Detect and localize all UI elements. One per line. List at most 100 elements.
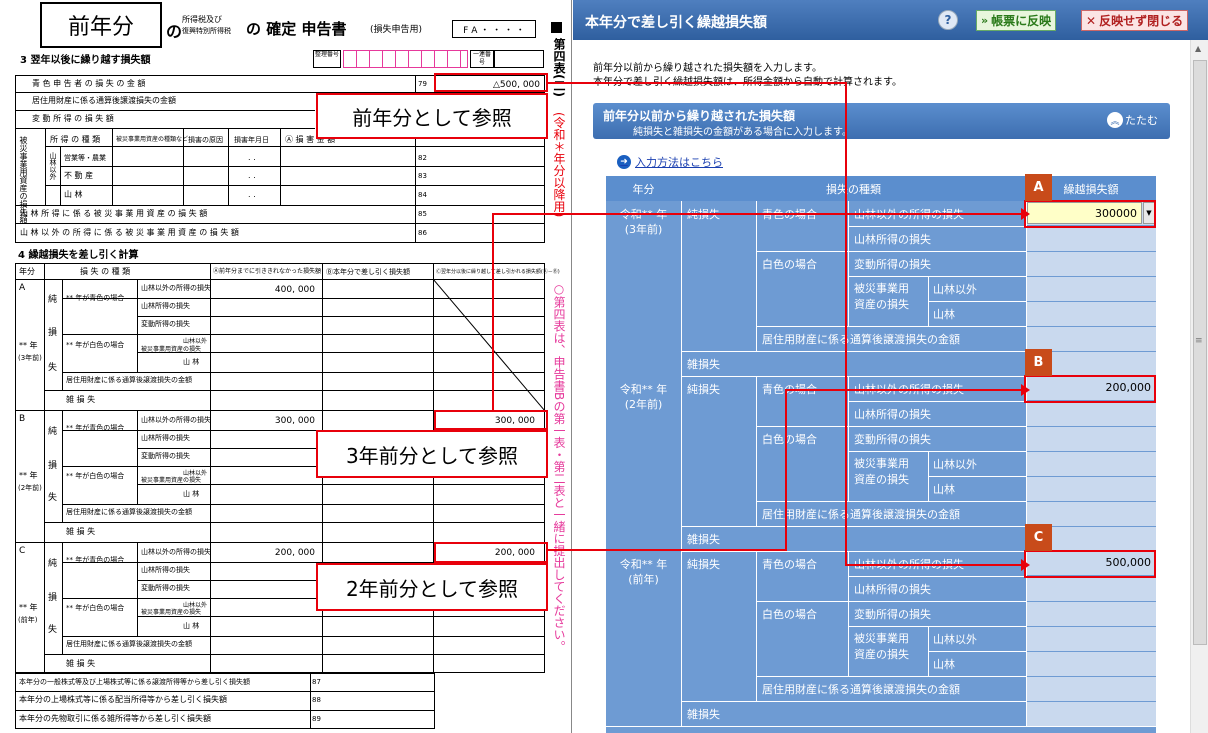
block-a-type-3: 変動所得の損失 <box>141 320 190 328</box>
value-cell-0-4[interactable] <box>1027 302 1156 326</box>
divider-type-1-2 <box>756 426 1026 427</box>
block-c-type-2: 山林所得の損失 <box>141 566 190 574</box>
block-c-type-1: 山林以外の所得の損失 <box>141 548 211 556</box>
value-cell-1-2[interactable] <box>1027 427 1156 451</box>
type-sanrin-igai-short-0: 山林以外 <box>933 283 977 296</box>
year-line2-1: (2年前) <box>624 398 663 411</box>
value-cell-2-5[interactable] <box>1027 677 1156 701</box>
block-c-type-3: 変動所得の損失 <box>141 584 190 592</box>
block-a-type-2: 山林所得の損失 <box>141 302 190 310</box>
hisai-row-eigyo: 営業等・農業 <box>64 154 106 162</box>
bottom-row-2: 本年分の上場株式等に係る配当所得等から差し引く損失額 <box>19 695 227 704</box>
circle-85: 85 <box>418 210 427 218</box>
value-cell-1-1[interactable] <box>1027 402 1156 426</box>
value-cell-2-4[interactable] <box>1027 652 1156 676</box>
row3-other-hisai: 山 林 以 外 の 所 得 に 係 る 被 災 事 業 用 資 産 の 損 失 … <box>20 228 239 237</box>
bottom-row-1: 本年分の一般株式等及び上場株式等に係る譲渡所得等から差し引く損失額 <box>19 678 250 686</box>
value-cell-2-1[interactable] <box>1027 577 1156 601</box>
reflect-button-label: 帳票に反映 <box>991 14 1052 28</box>
section-title: 前年分以前から繰り越された損失額 <box>603 109 796 123</box>
block-c-son: 損 <box>48 593 58 603</box>
s4-col-type: 損 失 の 種 類 <box>80 267 131 276</box>
divider-type-0-5 <box>756 326 1026 327</box>
highlight-box-2 <box>1024 550 1156 578</box>
block-b-shitsu: 失 <box>48 493 58 503</box>
howto-link[interactable]: ➜ 入力方法はこちら <box>617 154 723 170</box>
block-c-kyojuyo: 居住用財産に係る通算後譲渡損失の金額 <box>66 640 192 648</box>
help-icon[interactable]: ? <box>938 10 958 30</box>
reflect-button[interactable]: » 帳票に反映 <box>976 10 1057 31</box>
value-cell-1-4[interactable] <box>1027 477 1156 501</box>
row3-hendo: 変 動 所 得 の 損 失 額 <box>32 114 114 123</box>
vdiv-b-2 <box>848 551 849 676</box>
ichiren-box <box>494 50 544 68</box>
type-sanrin-short-2: 山林 <box>933 658 955 671</box>
ao-label-2: 青色の場合 <box>762 558 817 571</box>
block-c-type-6: 山 林 <box>183 622 200 630</box>
year-line1-1: 令和** 年 <box>619 383 668 396</box>
form-highlight-2yr <box>434 542 548 563</box>
type-hisai1-2: 被災事業用 <box>854 632 909 645</box>
circle-79: 79 <box>418 80 427 88</box>
value-cell-2-3[interactable] <box>1027 627 1156 651</box>
form-title-small1: 所得税及び <box>182 15 222 24</box>
form-title-small2: 復興特別所得税 <box>182 27 231 35</box>
double-chevron-down-icon: » <box>981 14 989 27</box>
value-cell-0-2[interactable] <box>1027 252 1156 276</box>
type-sanrin-short-0: 山林 <box>933 308 955 321</box>
vdiv-a-2 <box>756 551 757 701</box>
block-b-zatsu: 雑 損 失 <box>66 527 96 536</box>
vdiv-year-2 <box>681 551 682 726</box>
scroll-thumb[interactable] <box>1193 60 1207 645</box>
highlight-box-0 <box>1024 200 1156 228</box>
vdiv-b-1 <box>848 376 849 501</box>
value-cell-0-1[interactable] <box>1027 227 1156 251</box>
value-cell-0-3[interactable] <box>1027 277 1156 301</box>
hisai-dots-3: . . <box>248 190 256 199</box>
value-cell-1-5[interactable] <box>1027 502 1156 526</box>
value-cell-2-2[interactable] <box>1027 602 1156 626</box>
form-title-prefix: の <box>166 22 183 41</box>
divider-type-0-3 <box>848 276 1026 277</box>
type-kyojuyo-1: 居住用財産に係る通算後譲渡損失の金額 <box>762 508 960 521</box>
type-kyojuyo-0: 居住用財産に係る通算後譲渡損失の金額 <box>762 333 960 346</box>
divider-block-2 <box>606 726 1156 727</box>
intro-text-1: 前年分以前から繰り越された損失額を入力します。 <box>593 63 822 74</box>
badge-1: B <box>1025 349 1052 376</box>
block-b-ago: (2年前) <box>18 484 42 492</box>
value-cell-0-5[interactable] <box>1027 327 1156 351</box>
vdiv-b-0 <box>848 201 849 326</box>
value-cell-1-3[interactable] <box>1027 452 1156 476</box>
shiro-label-2: 白色の場合 <box>762 608 817 621</box>
value-cell-2-6[interactable] <box>1027 702 1156 726</box>
bottom-circle-89: 89 <box>312 715 321 723</box>
type-hendo-2: 変動所得の損失 <box>854 608 931 621</box>
block-b-type-5: 山林以外 <box>183 470 208 477</box>
close-without-reflect-button[interactable]: ✕ 反映せず閉じる <box>1081 10 1189 31</box>
jun-label-1: 純損失 <box>687 383 720 396</box>
row3-sanrin-hisai: 山 林 所 得 に 係 る 被 災 事 業 用 資 産 の 損 失 額 <box>20 209 208 218</box>
arrowhead-c <box>1021 559 1030 571</box>
arrow-circle-icon: ➜ <box>617 155 631 169</box>
row3-blue-loss: 青 色 申 告 者 の 損 失 の 金 額 <box>32 79 146 88</box>
type-sanrin-2: 山林所得の損失 <box>854 583 931 596</box>
divider-type-2-1 <box>848 576 1026 577</box>
vertical-scrollbar[interactable]: ▲ ≡ <box>1190 40 1208 733</box>
connector-prev-to-c <box>845 564 1023 566</box>
collapse-button[interactable]: ︽ たたむ <box>1107 112 1158 128</box>
close-icon: ✕ <box>1086 13 1097 28</box>
hisai-dots-1: . . <box>248 153 256 162</box>
year-line2-0: (3年前) <box>624 223 663 236</box>
connector-prev-v <box>845 82 847 565</box>
side-title: 第四表(二) <box>552 38 566 97</box>
scroll-up-arrow[interactable]: ▲ <box>1195 44 1201 53</box>
divider-type-0-6 <box>681 351 1026 352</box>
zatsu-label-1: 雑損失 <box>687 533 720 546</box>
form-title: の 確定 申告書 <box>246 20 347 38</box>
type-sanrin-0: 山林所得の損失 <box>854 233 931 246</box>
divider-type-1-4 <box>928 476 1026 477</box>
vdiv-c-1 <box>928 451 929 501</box>
connector-3yr-h <box>492 213 1023 215</box>
block-b-type-6: 山 林 <box>183 490 200 498</box>
col-header-type: 損失の種類 <box>681 176 1026 201</box>
